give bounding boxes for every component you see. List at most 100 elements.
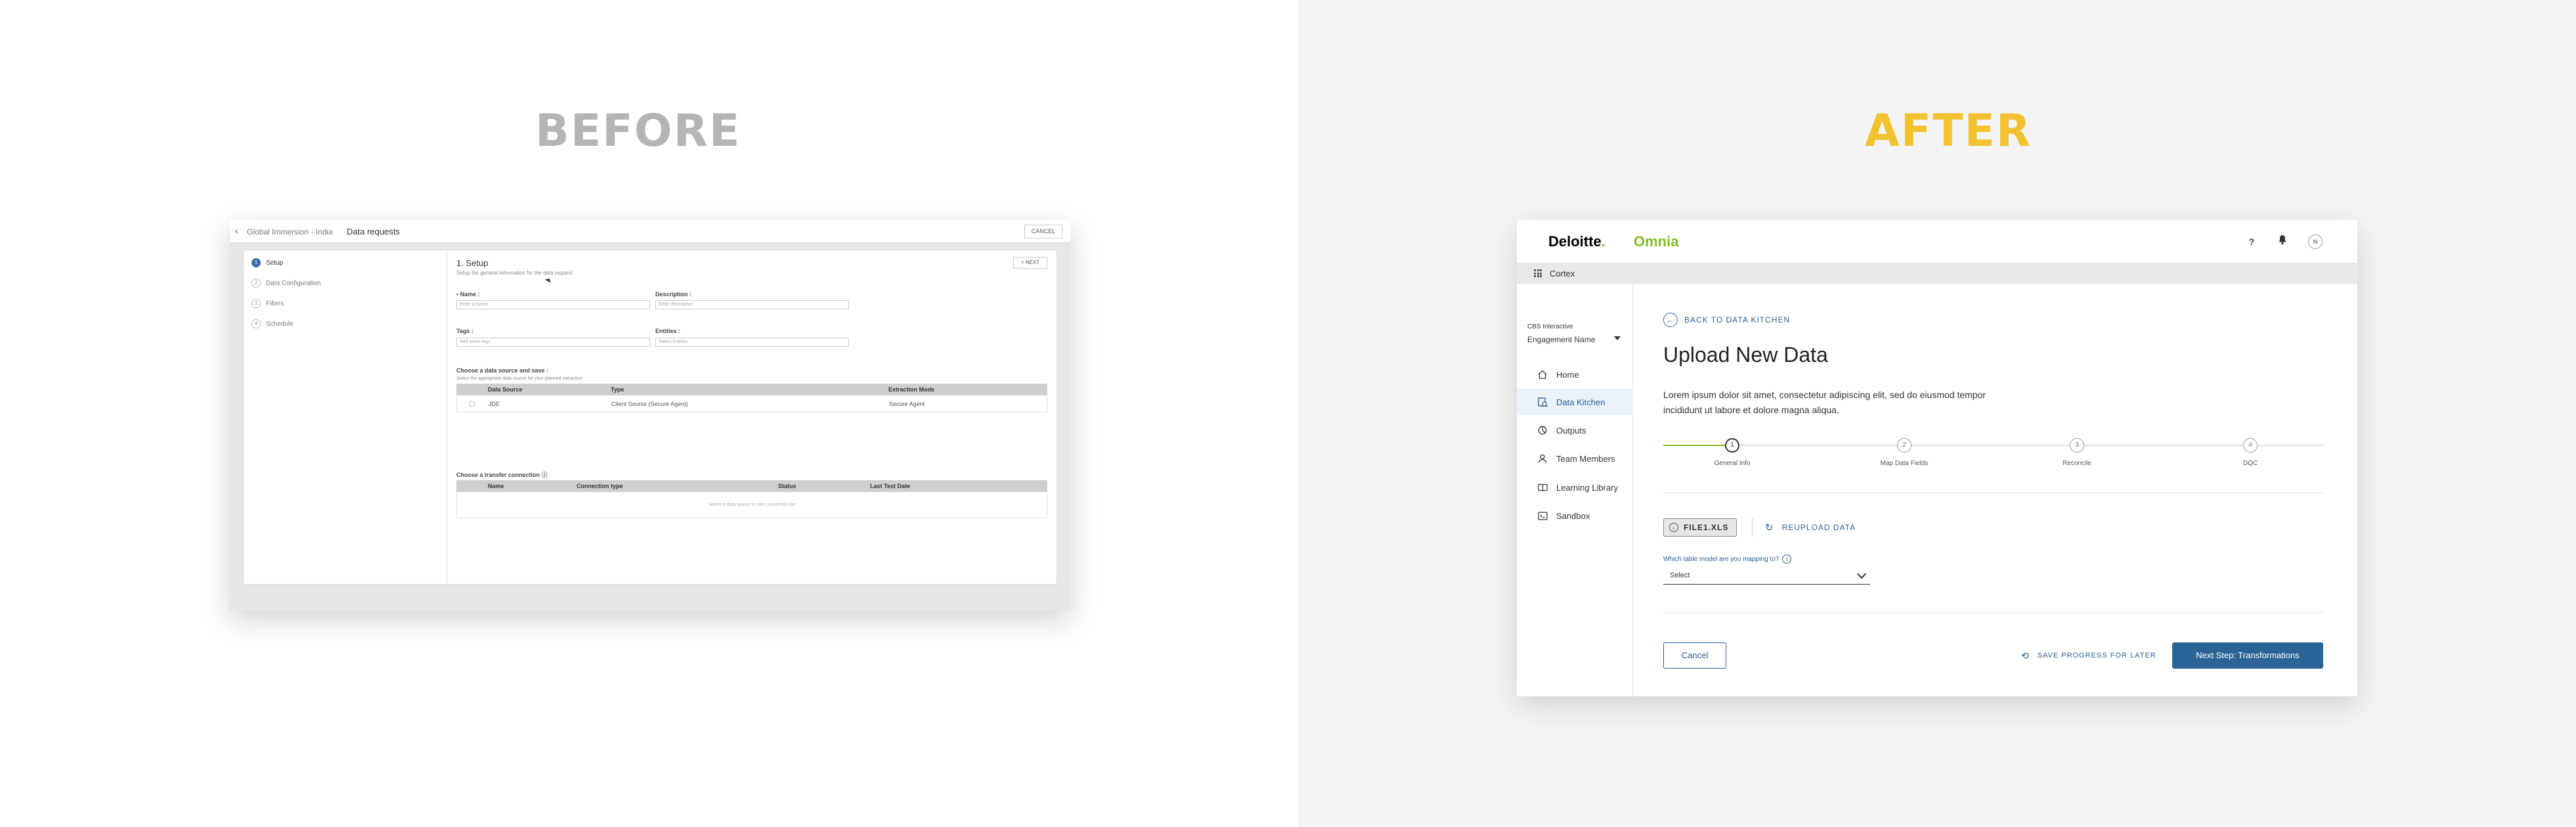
- sidebar-item-outputs[interactable]: Outputs: [1517, 417, 1633, 443]
- file-name: FILE1.XLS: [1684, 523, 1729, 532]
- name-label: • Name :: [456, 291, 480, 298]
- team-icon: [1537, 453, 1548, 464]
- avatar[interactable]: N: [2308, 235, 2323, 249]
- empty-message: Select a data source to see connection l…: [709, 503, 795, 507]
- after-title: AFTER: [1865, 105, 2032, 157]
- sidebar-item-sandbox[interactable]: Sandbox: [1517, 503, 1633, 529]
- step-data-configuration[interactable]: 2 Data Configuration: [251, 277, 320, 289]
- reupload-data-button[interactable]: ↻ REUPLOAD DATA: [1765, 518, 1856, 537]
- sidebar-item-label: Data Kitchen: [1556, 397, 1605, 407]
- select-value: Select: [1670, 571, 1690, 579]
- name-input[interactable]: Enter a Name: [456, 300, 650, 309]
- page-title: Data requests: [347, 227, 400, 236]
- type-cell: Client Source (Secure Agent): [611, 401, 688, 407]
- back-label: BACK TO DATA KITCHEN: [1684, 315, 1791, 324]
- sidebar-item-label: Outputs: [1556, 425, 1586, 436]
- entities-label: Entities :: [655, 328, 681, 334]
- divider: [1752, 518, 1753, 537]
- top-nav: Deloitte. Omnia ? N: [1517, 220, 2357, 263]
- next-button[interactable]: > NEXT: [1013, 257, 1047, 269]
- help-icon[interactable]: ?: [2244, 235, 2259, 249]
- mode-cell: Secure Agent: [889, 401, 925, 407]
- step-general-info[interactable]: 1: [1725, 438, 1739, 453]
- refresh-icon: ↻: [1765, 522, 1774, 533]
- client-name: CBS Interactive: [1527, 323, 1573, 330]
- sidebar-item-label: Home: [1556, 369, 1579, 380]
- sidebar: CBS Interactive Engagement Name Home Dat…: [1517, 284, 1633, 696]
- column-header: Extraction Mode: [888, 386, 935, 393]
- home-icon: [1537, 369, 1548, 380]
- arrow-left-icon: ←: [1663, 313, 1678, 327]
- step-label: DQC: [2242, 460, 2258, 467]
- back-to-data-kitchen-link[interactable]: ← BACK TO DATA KITCHEN: [1663, 313, 1790, 327]
- before-window: ‹ Global Immersion - India Data requests…: [230, 220, 1070, 611]
- step-label: General Info: [1714, 460, 1751, 467]
- deloitte-logo[interactable]: Deloitte.: [1548, 233, 1605, 250]
- column-header: Name: [488, 483, 504, 489]
- data-source-title: Choose a data source and save :: [456, 367, 549, 374]
- page-description: Lorem ipsum dolor sit amet, consectetur …: [1663, 390, 1986, 415]
- sandbox-icon: [1537, 510, 1548, 522]
- table-model-label: Which table model are you mapping to? i: [1663, 554, 1792, 564]
- tags-input[interactable]: Add some tags: [456, 338, 650, 347]
- entities-input[interactable]: Select Entities: [655, 338, 849, 347]
- section-subheading: Setup the general information for the da…: [456, 270, 573, 276]
- chevron-down-icon[interactable]: [1614, 336, 1621, 340]
- sidebar-item-learning-library[interactable]: Learning Library: [1517, 474, 1633, 501]
- cancel-button[interactable]: CANCEL: [1024, 225, 1062, 238]
- step-number: 2: [251, 279, 261, 288]
- cancel-button[interactable]: Cancel: [1663, 642, 1726, 669]
- outputs-icon: [1537, 424, 1548, 436]
- divider: [1663, 612, 2323, 613]
- step-number: 1: [251, 258, 261, 267]
- data-source-table-header: Data Source Type Extraction Mode: [456, 384, 1047, 395]
- transfer-connection-title: Choose a transfer connection ⓘ: [456, 472, 548, 478]
- reupload-label: REUPLOAD DATA: [1781, 523, 1856, 532]
- next-step-button[interactable]: Next Step: Transformations: [2172, 642, 2323, 669]
- step-label: Setup: [266, 259, 284, 267]
- column-header: Status: [778, 483, 797, 489]
- step-number: 3: [251, 299, 261, 308]
- chevron-down-icon: [1856, 569, 1867, 579]
- app-bar: Cortex: [1517, 263, 2357, 284]
- table-model-select[interactable]: Select: [1663, 568, 1870, 585]
- stepper-track: [1663, 445, 2323, 446]
- step-filters[interactable]: 3 Filters: [251, 298, 284, 309]
- row-radio[interactable]: [469, 401, 475, 407]
- save-icon: ⟲: [2021, 650, 2030, 661]
- data-source-cell: JDE: [489, 401, 500, 407]
- breadcrumb[interactable]: Global Immersion - India: [247, 227, 333, 236]
- save-progress-button[interactable]: ⟲ SAVE PROGRESS FOR LATER: [2021, 642, 2156, 669]
- steps-sidebar: 1 Setup 2 Data Configuration 3 Filters 4…: [244, 250, 447, 584]
- step-map-data-fields[interactable]: 2: [1897, 438, 1911, 453]
- step-schedule[interactable]: 4 Schedule: [251, 318, 294, 330]
- step-label: Filters: [266, 300, 284, 307]
- sidebar-item-team-members[interactable]: Team Members: [1517, 445, 1633, 472]
- file-chip[interactable]: ↓ FILE1.XLS: [1663, 518, 1737, 537]
- engagement-select[interactable]: Engagement Name: [1527, 335, 1595, 344]
- step-dqc[interactable]: 4: [2243, 438, 2258, 453]
- description-input[interactable]: Enter description: [655, 300, 849, 309]
- column-header: Connection type: [577, 483, 623, 489]
- sidebar-item-data-kitchen[interactable]: Data Kitchen: [1517, 389, 1633, 415]
- chevron-left-icon[interactable]: ‹: [235, 225, 238, 236]
- download-icon: ↓: [1669, 523, 1678, 532]
- info-icon[interactable]: i: [1782, 554, 1792, 564]
- app-name[interactable]: Cortex: [1550, 269, 1575, 279]
- omnia-logo[interactable]: Omnia: [1634, 233, 1678, 250]
- after-window: Deloitte. Omnia ? N Cortex CBS Interacti…: [1517, 220, 2357, 696]
- step-reconcile[interactable]: 3: [2070, 438, 2084, 453]
- main-content: ← BACK TO DATA KITCHEN Upload New Data L…: [1634, 284, 2357, 696]
- column-header: Type: [611, 386, 624, 393]
- transfer-table-header: Name Connection type Status Last Test Da…: [456, 480, 1047, 492]
- setup-form: 1. Setup Setup the general information f…: [456, 250, 1047, 584]
- bell-icon[interactable]: [2275, 235, 2290, 249]
- app-grid-icon[interactable]: [1534, 269, 1542, 277]
- sidebar-item-label: Sandbox: [1556, 510, 1590, 521]
- before-body: 1 Setup 2 Data Configuration 3 Filters 4…: [243, 250, 1057, 585]
- column-header: Data Source: [488, 386, 523, 393]
- sidebar-item-label: Learning Library: [1556, 482, 1618, 493]
- step-setup[interactable]: 1 Setup: [251, 257, 283, 269]
- table-row[interactable]: JDE Client Source (Secure Agent) Secure …: [456, 395, 1047, 413]
- sidebar-item-home[interactable]: Home: [1517, 361, 1633, 388]
